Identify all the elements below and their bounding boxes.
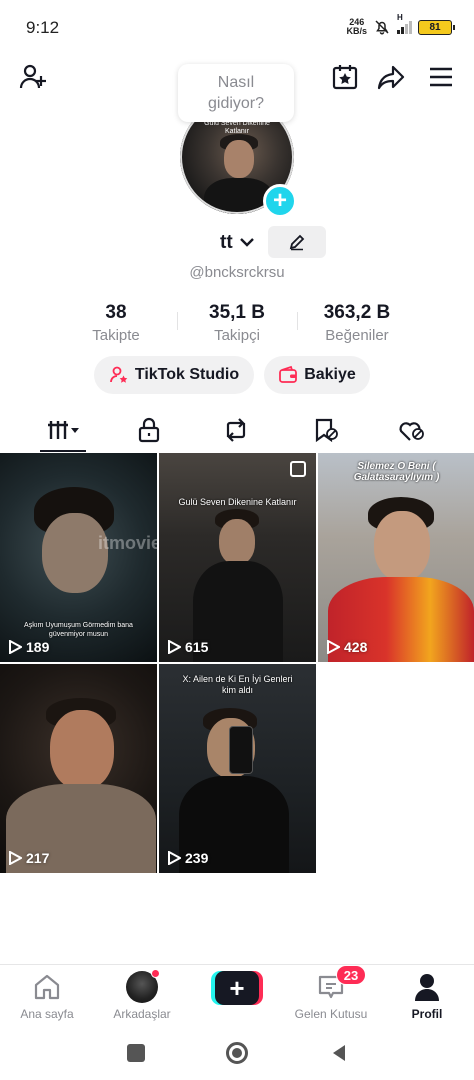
stat-followers[interactable]: 35,1 B Takipçi — [178, 302, 296, 344]
status-indicators: 246 KB/s H 81 — [346, 13, 455, 36]
video-tile[interactable]: 217 — [0, 664, 157, 873]
video-caption: Gulü Seven Dikenine Katlanır — [178, 497, 297, 507]
back-triangle-icon — [333, 1045, 345, 1061]
watermark: itmovie — [98, 533, 157, 553]
view-count: 428 — [326, 639, 367, 655]
play-icon — [9, 640, 22, 654]
profile-icon — [415, 974, 439, 1001]
system-navigation — [0, 1026, 474, 1080]
profile-handle: @bncksrckrsu — [189, 264, 285, 281]
view-count: 189 — [8, 639, 49, 655]
status-bubble[interactable]: Nasıl gidiyor? — [178, 64, 294, 122]
nav-profile-label: Profil — [411, 1007, 443, 1021]
wallet-icon — [279, 365, 298, 383]
status-time: 9:12 — [26, 18, 60, 37]
profile-tabs — [0, 410, 474, 452]
video-caption: X: Ailen de Ki En İyi Genleri kim aldı — [182, 674, 293, 695]
liked-heart-icon — [399, 422, 424, 441]
battery-indicator: 81 — [418, 19, 455, 35]
add-user-icon[interactable] — [18, 62, 48, 92]
status-bar: 9:12 246 KB/s H 81 — [0, 0, 474, 52]
add-story-button[interactable]: + — [263, 184, 297, 218]
view-count: 239 — [167, 850, 208, 866]
tab-favorites[interactable] — [296, 410, 356, 450]
calendar-star-icon[interactable] — [330, 62, 360, 92]
play-icon — [168, 640, 181, 654]
notification-dot — [151, 969, 160, 978]
share-icon[interactable] — [376, 62, 406, 92]
signal-icon: H — [397, 13, 412, 34]
nav-inbox-label: Gelen Kutusu — [294, 1007, 368, 1021]
home-system-button[interactable] — [224, 1040, 250, 1066]
username-row: tt — [0, 226, 474, 258]
stat-likes[interactable]: 363,2 B Beğeniler — [298, 302, 416, 344]
nav-home-label: Ana sayfa — [20, 1007, 74, 1021]
tab-liked[interactable] — [382, 410, 442, 450]
balance-button[interactable]: Bakiye — [264, 356, 370, 394]
network-type: H — [397, 12, 403, 22]
hamburger-menu-icon[interactable] — [426, 62, 456, 92]
tiktok-studio-label: TikTok Studio — [134, 366, 240, 383]
video-tile[interactable]: itmovie Aşkım Uyumuşum Görmedim bana güv… — [0, 453, 157, 662]
stat-following[interactable]: 38 Takipte — [57, 302, 175, 344]
studio-user-icon — [109, 366, 128, 383]
home-icon — [34, 974, 60, 1000]
video-tile[interactable]: Gulü Seven Dikenine Katlanır 615 — [159, 453, 316, 662]
grid-filter-icon — [48, 421, 79, 439]
plus-icon: + — [215, 971, 259, 1005]
lock-icon — [138, 417, 160, 443]
repost-icon — [226, 418, 246, 442]
nav-profile[interactable]: Profil — [380, 971, 474, 1021]
nav-inbox[interactable]: 23 Gelen Kutusu — [284, 965, 378, 1021]
profile-stats: 38 Takipte 35,1 B Takipçi 363,2 B Beğeni… — [0, 302, 474, 348]
video-caption: Silemez O Beni ( Galatasaraylıyım ) — [353, 461, 440, 483]
network-speed: 246 KB/s — [346, 17, 367, 36]
pencil-icon — [289, 234, 305, 251]
tab-reposts[interactable] — [206, 410, 266, 450]
chevron-down-icon[interactable] — [238, 234, 256, 250]
back-button[interactable] — [326, 1040, 352, 1066]
recents-button[interactable] — [123, 1040, 149, 1066]
create-button[interactable]: + — [211, 971, 263, 1005]
friends-avatar — [126, 969, 160, 1003]
view-count: 615 — [167, 639, 208, 655]
tiktok-studio-button[interactable]: TikTok Studio — [94, 356, 254, 394]
video-tile[interactable]: X: Ailen de Ki En İyi Genleri kim aldı 2… — [159, 664, 316, 873]
view-count: 217 — [8, 850, 49, 866]
bottom-navigation: Ana sayfa Arkadaşlar + 23 Gelen Kutusu P… — [0, 964, 474, 1026]
nav-home[interactable]: Ana sayfa — [0, 971, 94, 1021]
pinned-icon — [290, 461, 306, 477]
bookmark-icon — [315, 418, 338, 443]
tab-private[interactable] — [119, 410, 179, 450]
play-icon — [168, 851, 181, 865]
play-icon — [327, 640, 340, 654]
edit-profile-button[interactable] — [268, 226, 326, 258]
square-icon — [127, 1044, 145, 1062]
inbox-badge: 23 — [336, 965, 366, 985]
display-name[interactable]: tt — [220, 232, 233, 254]
video-tile[interactable]: Silemez O Beni ( Galatasaraylıyım ) 428 — [318, 453, 474, 662]
tab-videos[interactable] — [33, 410, 93, 450]
nav-friends-label: Arkadaşlar — [113, 1007, 171, 1021]
video-caption: Aşkım Uyumuşum Görmedim bana güvenmiyor … — [24, 622, 133, 638]
mute-icon — [375, 20, 389, 35]
balance-label: Bakiye — [304, 366, 356, 383]
play-icon — [9, 851, 22, 865]
active-tab-indicator — [40, 450, 86, 452]
circle-icon — [226, 1042, 248, 1064]
nav-friends[interactable]: Arkadaşlar — [95, 969, 189, 1021]
